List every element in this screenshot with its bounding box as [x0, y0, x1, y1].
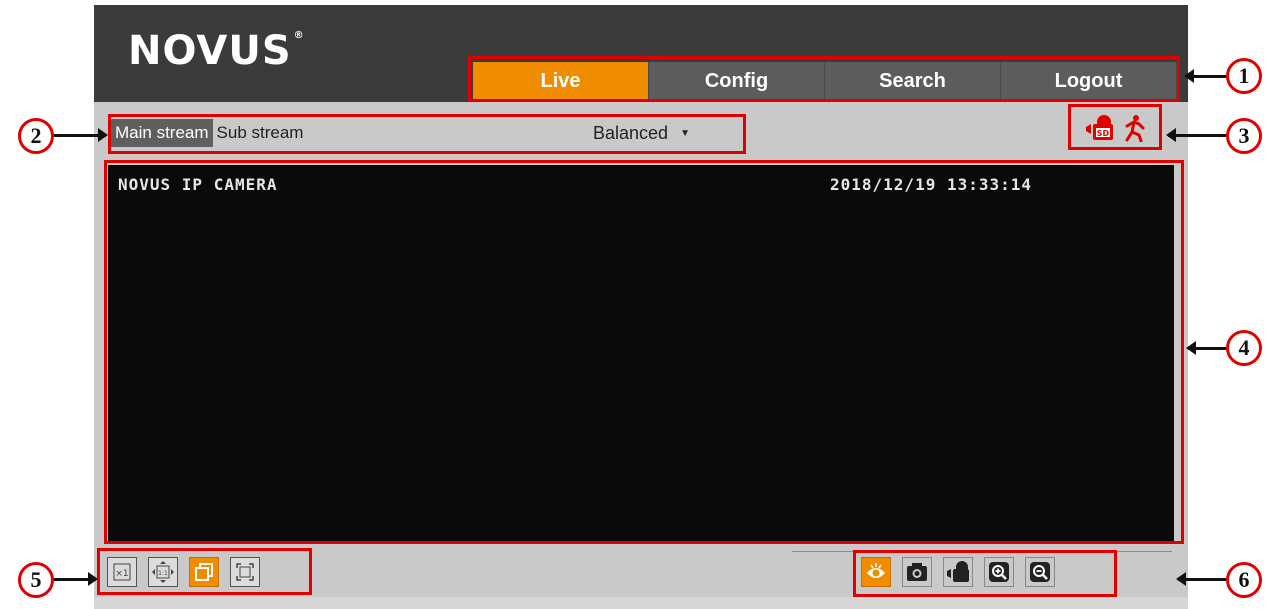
annotation-box-1	[468, 56, 1180, 102]
annotation-badge-2: 2	[18, 118, 54, 154]
annotation-badge-6: 6	[1226, 562, 1262, 598]
annotation-box-4	[104, 160, 1184, 544]
footer-strip	[94, 597, 1188, 609]
annotation-arrow-3	[1166, 128, 1226, 142]
annotation-arrow-2	[54, 128, 108, 142]
novus-logo: NOVUS ®	[128, 28, 305, 74]
annotation-box-2	[108, 114, 746, 154]
annotation-badge-3: 3	[1226, 118, 1262, 154]
annotation-arrow-6	[1176, 572, 1226, 586]
annotation-box-5	[97, 548, 312, 595]
annotation-badge-5: 5	[18, 562, 54, 598]
annotation-arrow-4	[1186, 341, 1226, 355]
annotation-box-6	[853, 550, 1117, 597]
annotation-badge-1: 1	[1226, 58, 1262, 94]
annotation-box-3	[1068, 104, 1162, 150]
annotation-arrow-5	[54, 572, 98, 586]
annotation-arrow-1	[1184, 69, 1226, 83]
annotation-badge-4: 4	[1226, 330, 1262, 366]
